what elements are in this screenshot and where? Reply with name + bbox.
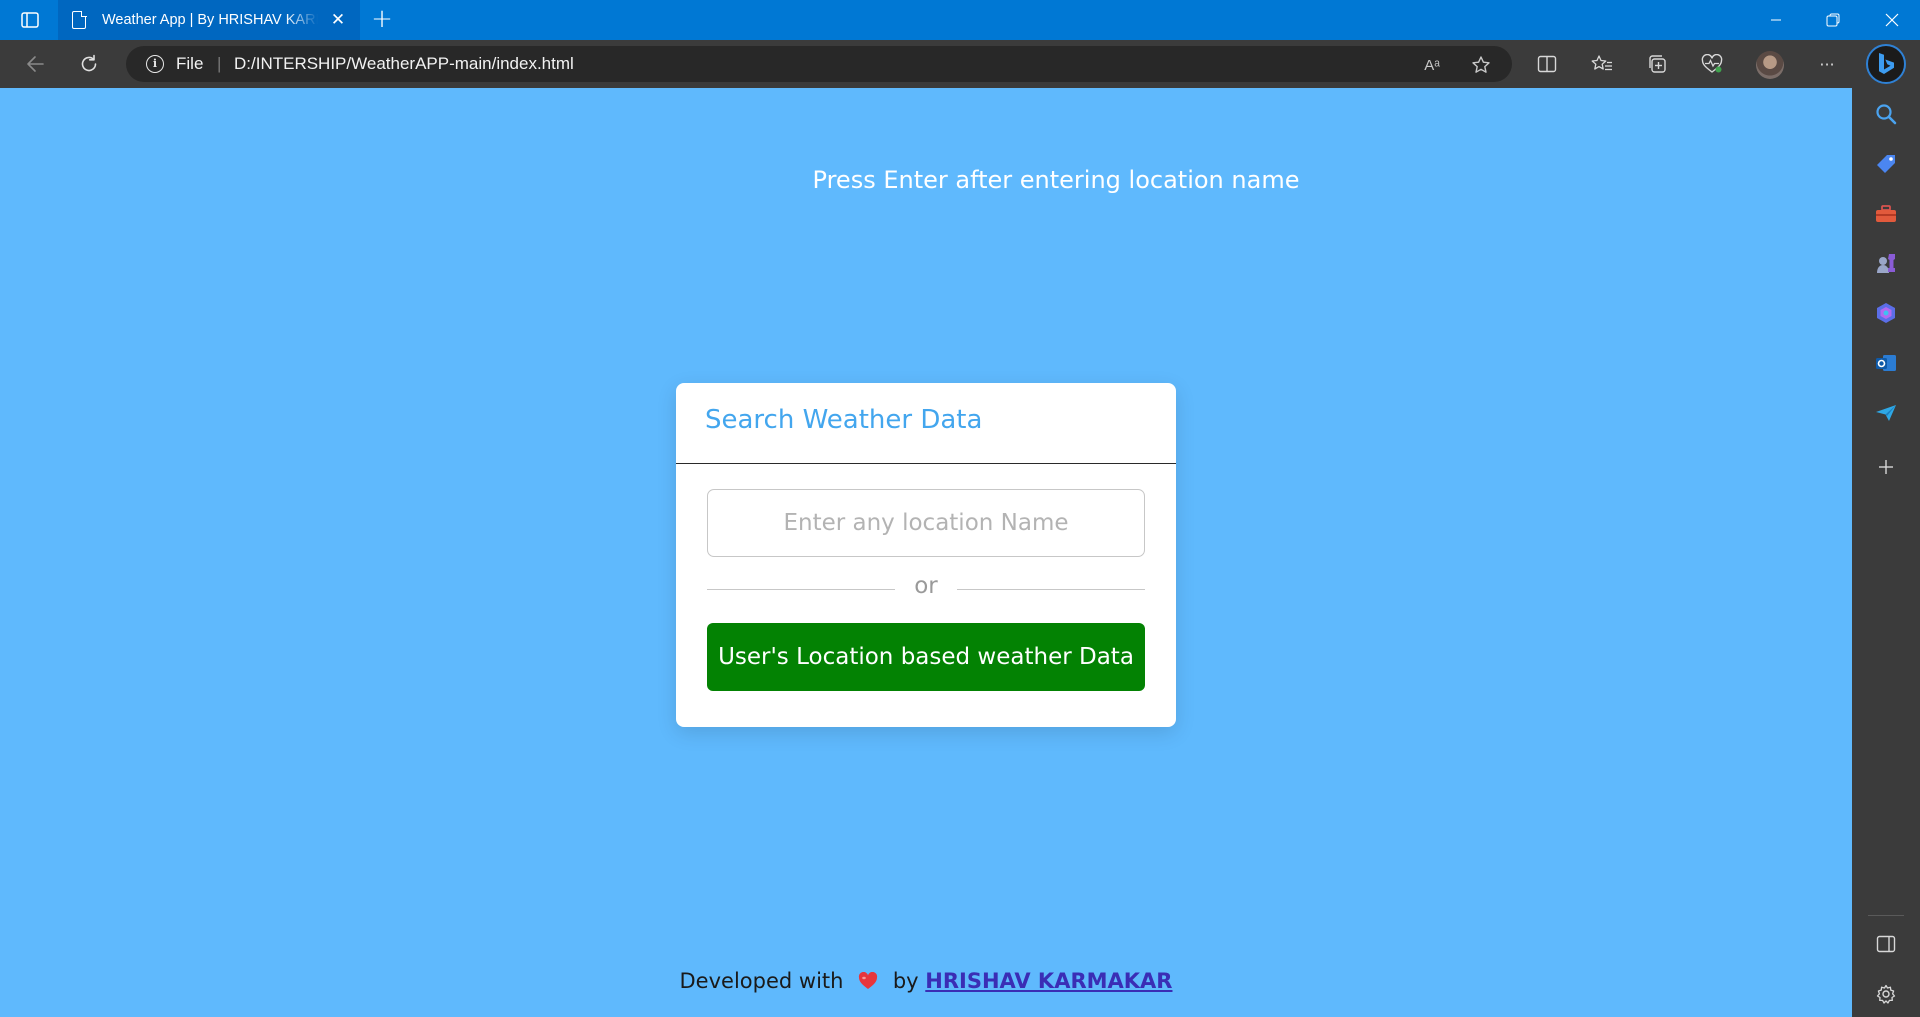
browser-essentials-icon[interactable] (1698, 50, 1726, 78)
new-tab-icon[interactable]: + (368, 6, 396, 34)
footer-by: by (892, 969, 919, 993)
address-separator: | (217, 54, 222, 73)
add-icon[interactable] (1873, 454, 1899, 480)
copilot-icon[interactable] (1873, 300, 1899, 326)
games-icon[interactable] (1873, 250, 1899, 276)
browser-tab[interactable]: Weather App | By HRISHAV KARMAKAR ✕ (58, 0, 360, 40)
outlook-icon[interactable] (1873, 350, 1899, 376)
favorite-star-icon[interactable] (1469, 53, 1493, 77)
divider-line-right (957, 589, 1145, 590)
card-header: Search Weather Data (676, 383, 1176, 464)
collections-icon[interactable] (1643, 50, 1671, 78)
or-label: or (914, 573, 938, 599)
search-card: Search Weather Data or User's Location b… (676, 383, 1176, 727)
instruction-hint: Press Enter after entering location name (812, 166, 1300, 194)
tab-actions-icon[interactable] (16, 9, 44, 31)
minimize-icon[interactable] (1748, 0, 1804, 40)
split-screen-icon[interactable] (1533, 50, 1561, 78)
tab-title: Weather App | By HRISHAV KARMAKAR (102, 12, 318, 28)
profile-avatar[interactable] (1756, 51, 1784, 79)
or-divider: or (707, 557, 1145, 623)
hide-sidebar-icon[interactable] (1873, 931, 1899, 957)
heart-icon (859, 972, 878, 989)
document-icon (72, 10, 87, 29)
info-icon[interactable]: i (146, 55, 164, 73)
settings-gear-icon[interactable] (1873, 981, 1899, 1007)
address-url[interactable]: D:/INTERSHIP/WeatherAPP-main/index.html (234, 54, 574, 74)
weather-app-page: Press Enter after entering location name… (0, 88, 1852, 1017)
close-tab-icon[interactable]: ✕ (328, 10, 348, 30)
footer: Developed with by HRISHAV KARMAKAR (0, 969, 1852, 993)
address-scheme-label: File (176, 54, 204, 73)
location-search-input[interactable] (707, 489, 1145, 557)
footer-prefix: Developed with (679, 969, 844, 993)
more-options-icon[interactable]: ··· (1813, 50, 1841, 78)
address-bar[interactable]: i File | D:/INTERSHIP/WeatherAPP-main/in… (126, 46, 1512, 82)
browser-title-bar: Weather App | By HRISHAV KARMAKAR ✕ + (0, 0, 1920, 40)
read-aloud-icon[interactable]: Aᵃ (1420, 53, 1444, 77)
restore-icon[interactable] (1805, 0, 1861, 40)
browser-toolbar: i File | D:/INTERSHIP/WeatherAPP-main/in… (0, 40, 1920, 88)
card-title: Search Weather Data (705, 405, 983, 435)
search-icon[interactable] (1873, 101, 1899, 127)
user-location-button[interactable]: User's Location based weather Data (707, 623, 1145, 691)
tools-icon[interactable] (1873, 201, 1899, 227)
back-icon[interactable] (19, 48, 51, 80)
close-window-icon[interactable] (1864, 0, 1920, 40)
edge-sidebar (1852, 88, 1920, 1017)
sidebar-divider (1868, 915, 1904, 916)
refresh-icon[interactable] (73, 48, 105, 80)
author-link[interactable]: HRISHAV KARMAKAR (925, 969, 1172, 993)
send-icon[interactable] (1873, 400, 1899, 426)
favorites-icon[interactable] (1588, 50, 1616, 78)
card-body: or User's Location based weather Data (676, 464, 1176, 691)
copilot-bing-icon[interactable] (1866, 44, 1906, 84)
